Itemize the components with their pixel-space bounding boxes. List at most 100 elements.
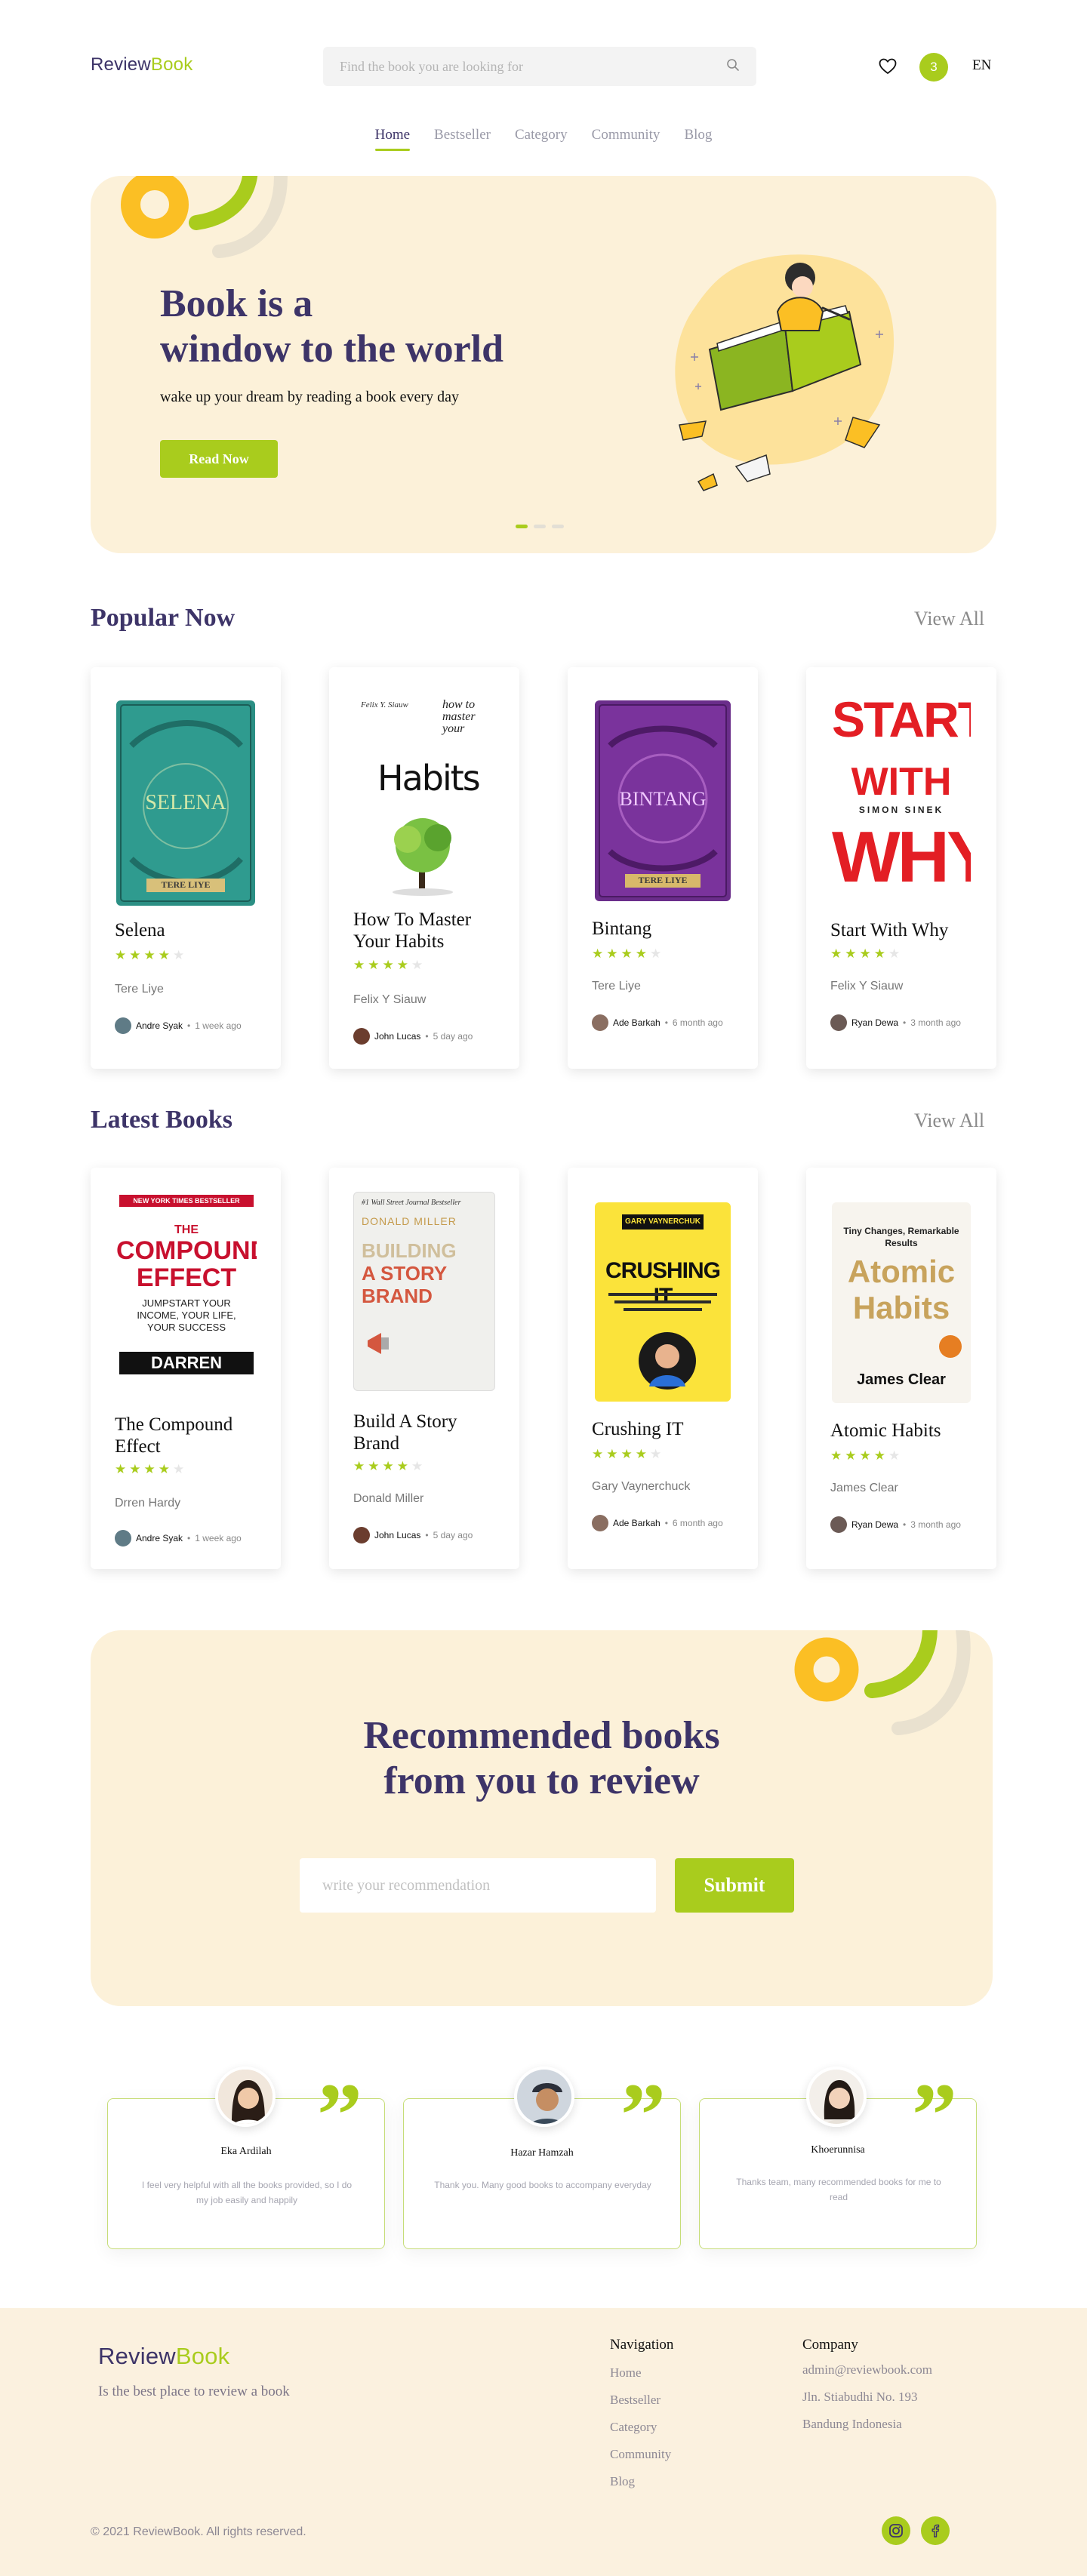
footer-link-community[interactable]: Community [610,2447,671,2462]
brand-logo[interactable]: ReviewBook [91,54,192,75]
book-author: Gary Vaynerchuck [592,1480,691,1493]
book-author: Tere Liye [592,980,641,993]
avatar [215,2067,276,2127]
instagram-icon[interactable] [882,2516,910,2545]
rating-stars: ★★★★★ [353,958,426,973]
avatar [353,1527,370,1543]
avatar [115,1530,131,1547]
facebook-icon[interactable] [921,2516,950,2545]
popular-view-all-link[interactable]: View All [914,608,984,630]
book-title: How To Master Your Habits [353,909,472,952]
footer-link-bestseller[interactable]: Bestseller [610,2393,661,2408]
testimonial-text: Thank you. Many good books to accompany … [434,2180,651,2190]
footer: ReviewBook Is the best place to review a… [0,2308,1087,2576]
book-title: Crushing IT [592,1419,684,1439]
quote-icon: ” [620,2064,666,2165]
footer-link-home[interactable]: Home [610,2365,642,2381]
reviewer-info: Ryan Dewa • 3 month ago [830,1014,961,1031]
language-selector[interactable]: EN [972,57,991,74]
book-title: The Compound Effect [115,1414,233,1457]
search-icon[interactable] [726,58,740,75]
reviewer-info: Ade Barkah • 6 month ago [592,1014,723,1031]
nav-home[interactable]: Home [374,127,411,151]
footer-address-line1: Jln. Stiabudhi No. 193 [802,2390,918,2404]
book-cover-atomic-habits: Tiny Changes, Remarkable Results Atomic … [832,1202,971,1403]
book-cover-habits: Felix Y. Siauw how to master your Habits [355,694,494,906]
avatar [592,1014,608,1031]
reviewer-info: Andre Syak • 1 week ago [115,1530,242,1547]
book-author: Drren Hardy [115,1497,181,1510]
hero-banner: Book is a window to the world wake up yo… [91,176,996,553]
book-cover-selena: SELENA TERE LIYE [116,700,255,906]
reviewer-info: John Lucas • 5 day ago [353,1028,473,1045]
hero-title: Book is a window to the world [160,282,504,371]
reviewer-info: Ryan Dewa • 3 month ago [830,1516,961,1533]
main-nav: Home Bestseller Category Community Blog [0,127,1087,151]
avatar [353,1028,370,1045]
footer-logo[interactable]: ReviewBook [98,2343,229,2370]
nav-category[interactable]: Category [515,127,568,151]
book-title: Selena [115,920,165,940]
book-card[interactable]: Tiny Changes, Remarkable Results Atomic … [806,1168,996,1569]
footer-company-title: Company [802,2337,858,2353]
book-author: Tere Liye [115,983,164,996]
rating-stars: ★★★★★ [592,1447,665,1462]
footer-email[interactable]: admin@reviewbook.com [802,2362,932,2377]
search-input[interactable] [340,58,726,75]
book-title: Start With Why [830,920,949,940]
latest-title: Latest Books [91,1106,232,1134]
avatar [830,1516,847,1533]
book-card[interactable]: GARY VAYNERCHUK CRUSHING IT Crushing IT … [568,1168,758,1569]
rating-stars: ★★★★★ [592,946,665,962]
nav-community[interactable]: Community [592,127,661,151]
book-cover-start-with-why: START WITH SIMON SINEK WHY [832,694,971,900]
book-card[interactable]: SELENA TERE LIYE Selena ★★★★★ Tere Liye … [91,667,281,1069]
recommendation-input[interactable] [300,1858,656,1913]
testimonial-text: I feel very helpful with all the books p… [141,2180,353,2205]
carousel-dot[interactable] [534,525,546,528]
footer-address-line2: Bandung Indonesia [802,2417,902,2431]
carousel-dot[interactable] [552,525,564,528]
quote-icon: ” [317,2064,362,2165]
nav-blog[interactable]: Blog [684,127,712,151]
carousel-indicators [516,525,564,528]
recommend-title: Recommended books from you to review [363,1714,720,1802]
read-now-button[interactable]: Read Now [160,440,278,478]
submit-button[interactable]: Submit [675,1858,794,1913]
book-cover-compound-effect: NEW YORK TIMES BESTSELLER THE COMPOUND E… [116,1192,257,1397]
book-card[interactable]: Felix Y. Siauw how to master your Habits… [329,667,519,1069]
carousel-dot[interactable] [516,525,528,528]
book-cover-story-brand: #1 Wall Street Journal Bestseller DONALD… [353,1192,495,1391]
decorative-shapes [121,176,288,258]
book-cover-bintang: BINTANG TERE LIYE [595,700,731,901]
avatar [806,2067,867,2127]
copyright: © 2021 ReviewBook. All rights reserved. [91,2525,306,2538]
cart-count-badge[interactable]: 3 [919,53,948,82]
avatar [592,1515,608,1531]
recommend-section: Recommended books from you to review Sub… [91,1630,993,2006]
avatar [514,2067,574,2127]
rating-stars: ★★★★★ [830,1448,904,1463]
reviewer-info: Ade Barkah • 6 month ago [592,1515,723,1531]
footer-tagline: Is the best place to review a book [98,2384,290,2399]
book-card[interactable]: START WITH SIMON SINEK WHY Start With Wh… [806,667,996,1069]
footer-nav-title: Navigation [610,2337,674,2353]
book-title: Bintang [592,919,652,939]
rating-stars: ★★★★★ [115,1462,188,1477]
search-bar [323,47,756,86]
book-author: Felix Y Siauw [830,980,904,993]
footer-link-category[interactable]: Category [610,2420,657,2435]
book-cover-crushing-it: GARY VAYNERCHUK CRUSHING IT [595,1202,731,1402]
avatar [115,1017,131,1034]
latest-view-all-link[interactable]: View All [914,1109,984,1132]
reading-illustration [675,254,895,491]
footer-link-blog[interactable]: Blog [610,2474,635,2489]
book-card[interactable]: NEW YORK TIMES BESTSELLER THE COMPOUND E… [91,1168,281,1569]
book-card[interactable]: BINTANG TERE LIYE Bintang ★★★★★ Tere Liy… [568,667,758,1069]
rating-stars: ★★★★★ [353,1459,426,1474]
nav-bestseller[interactable]: Bestseller [434,127,491,151]
avatar [830,1014,847,1031]
quote-icon: ” [912,2064,957,2165]
heart-icon[interactable] [879,58,897,78]
book-card[interactable]: #1 Wall Street Journal Bestseller DONALD… [329,1168,519,1569]
